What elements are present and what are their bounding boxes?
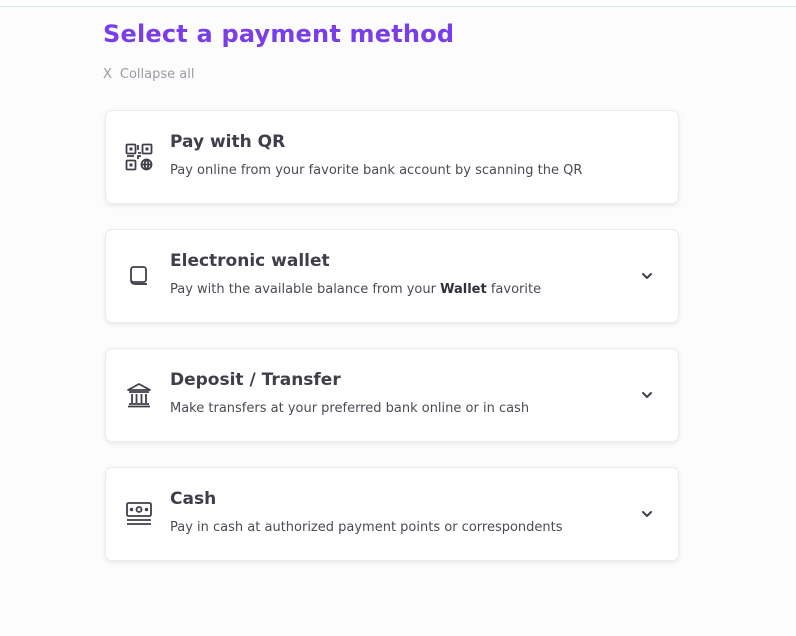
payment-method-deposit-transfer[interactable]: Deposit / Transfer Make transfers at you… [106, 349, 678, 441]
collapse-icon: X [103, 67, 112, 82]
top-divider [0, 0, 796, 7]
method-title: Cash [170, 489, 217, 509]
description-text: favorite [486, 282, 542, 297]
wallet-icon [124, 261, 154, 291]
method-description: Pay online from your favorite bank accou… [170, 163, 583, 178]
method-title: Deposit / Transfer [170, 370, 341, 390]
wallet-emphasis: Wallet [440, 282, 487, 297]
method-title: Electronic wallet [170, 251, 330, 271]
collapse-all-button[interactable]: X Collapse all [103, 67, 194, 82]
method-description: Make transfers at your preferred bank on… [170, 401, 530, 416]
cash-icon [124, 499, 154, 529]
collapse-all-label: Collapse all [119, 67, 195, 82]
chevron-down-icon[interactable] [638, 267, 656, 285]
method-title: Pay with QR [170, 132, 286, 152]
chevron-down-icon[interactable] [638, 505, 656, 523]
method-description: Pay in cash at authorized payment points… [170, 520, 563, 535]
chevron-down-icon[interactable] [638, 386, 656, 404]
page-title: Select a payment method [103, 20, 455, 48]
bank-icon [124, 380, 154, 410]
payment-method-qr[interactable]: Pay with QR Pay online from your favorit… [106, 111, 678, 203]
payment-method-cash[interactable]: Cash Pay in cash at authorized payment p… [106, 468, 678, 560]
qr-code-icon [124, 142, 154, 172]
payment-method-wallet[interactable]: Electronic wallet Pay with the available… [106, 230, 678, 322]
description-text: Pay with the available balance from your [170, 282, 441, 297]
method-description: Pay with the available balance from your… [170, 282, 541, 297]
